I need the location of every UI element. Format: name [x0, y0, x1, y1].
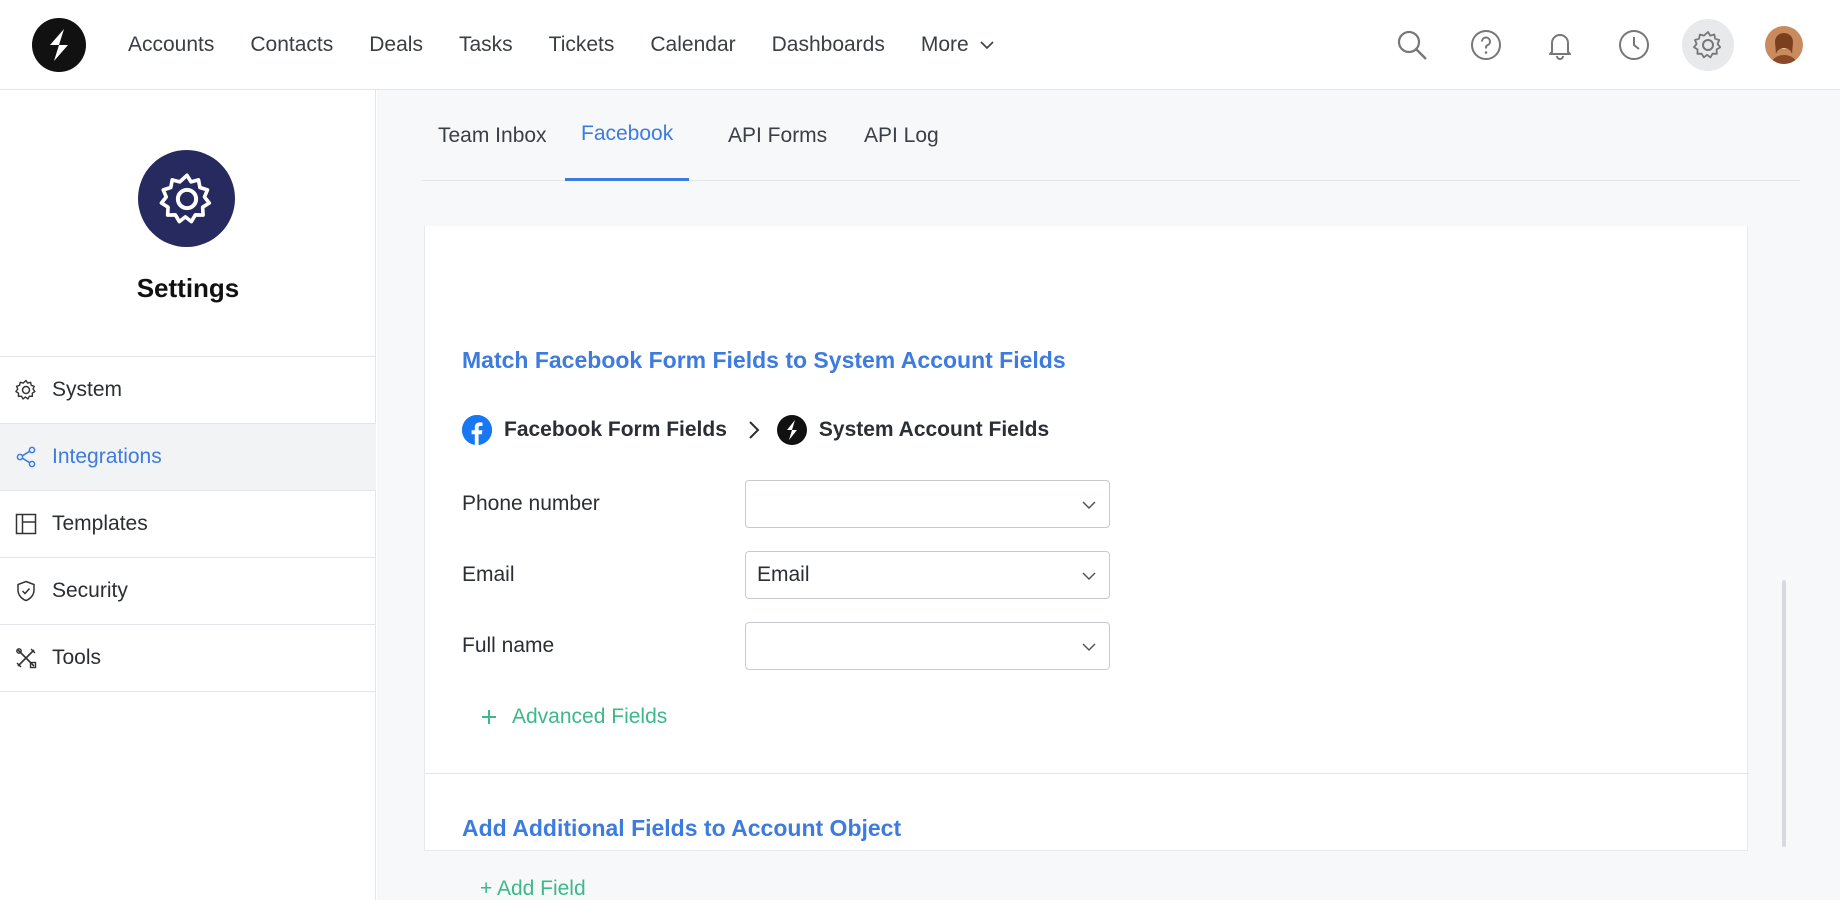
tab-api-forms[interactable]: API Forms [712, 90, 843, 181]
phone-number-select[interactable] [745, 480, 1110, 528]
tab-team-inbox[interactable]: Team Inbox [422, 90, 563, 181]
search-icon[interactable] [1386, 19, 1438, 71]
select-value: Email [757, 563, 810, 586]
field-label: Email [462, 563, 515, 586]
gear-icon [15, 379, 36, 400]
share-icon [16, 446, 36, 468]
scrollbar[interactable] [1782, 580, 1786, 847]
chevron-down-icon [1082, 572, 1096, 581]
additional-fields-title: Add Additional Fields to Account Object [462, 815, 902, 841]
section-divider [425, 773, 1749, 774]
tools-icon [16, 648, 37, 669]
nav-contacts[interactable]: Contacts [250, 33, 333, 57]
nav-dashboards[interactable]: Dashboards [772, 33, 885, 57]
advanced-fields-button[interactable]: Advanced Fields [480, 705, 667, 729]
facebook-form-fields-label: Facebook Form Fields [504, 418, 727, 441]
add-field-button[interactable]: + Add Field [480, 877, 586, 900]
top-bar: Accounts Contacts Deals Tasks Tickets Ca… [0, 0, 1840, 90]
avatar[interactable] [1765, 26, 1803, 64]
main-nav: Accounts Contacts Deals Tasks Tickets Ca… [128, 0, 1031, 90]
advanced-fields-label: Advanced Fields [512, 705, 668, 728]
facebook-mapping-card: Match Facebook Form Fields to System Acc… [424, 226, 1749, 900]
nav-accounts[interactable]: Accounts [128, 33, 214, 57]
gear-icon[interactable] [1682, 19, 1734, 71]
sidebar-menu: System Integrations Templates Security T… [0, 356, 376, 692]
nav-more-label: More [920, 33, 969, 56]
nav-tasks[interactable]: Tasks [459, 33, 513, 57]
match-fields-title: Match Facebook Form Fields to System Acc… [462, 347, 1066, 373]
sidebar-item-integrations[interactable]: Integrations [0, 424, 376, 491]
tab-facebook[interactable]: Facebook [565, 90, 690, 181]
help-icon[interactable] [1460, 19, 1512, 71]
sidebar-item-tools[interactable]: Tools [0, 625, 376, 692]
tab-api-log[interactable]: API Log [848, 90, 955, 181]
main-content: Team Inbox Facebook API Forms API Log Ma… [377, 90, 1840, 900]
facebook-icon [462, 415, 492, 445]
sidebar-item-label: Tools [52, 646, 102, 669]
app-logo-icon[interactable] [32, 18, 86, 72]
field-row-email: Email Email [462, 551, 1112, 599]
bell-icon[interactable] [1534, 19, 1586, 71]
sidebar-item-system[interactable]: System [0, 357, 376, 424]
sidebar-item-security[interactable]: Security [0, 558, 376, 625]
template-icon [15, 513, 37, 535]
sidebar-item-label: System [52, 378, 123, 401]
field-row-full-name: Full name [462, 622, 1112, 670]
nav-more[interactable]: More [921, 33, 995, 57]
nav-tickets[interactable]: Tickets [549, 33, 615, 57]
clock-icon[interactable] [1608, 19, 1660, 71]
nav-calendar[interactable]: Calendar [650, 33, 735, 57]
mapping-header: Facebook Form Fields System Account Fiel… [462, 415, 1049, 445]
email-select[interactable]: Email [745, 551, 1110, 599]
shield-icon [17, 580, 35, 602]
field-label: Full name [462, 634, 555, 657]
sidebar-item-label: Security [52, 579, 128, 602]
full-name-select[interactable] [745, 622, 1110, 670]
plus-icon [482, 710, 496, 724]
sidebar-item-label: Integrations [52, 445, 162, 468]
integration-tabs: Team Inbox Facebook API Forms API Log [422, 90, 1800, 181]
sidebar-item-templates[interactable]: Templates [0, 491, 376, 558]
field-label: Phone number [462, 492, 600, 515]
chevron-right-icon [749, 421, 760, 439]
sidebar-title: Settings [136, 273, 240, 303]
system-account-fields-label: System Account Fields [818, 418, 1050, 441]
settings-sidebar: Settings System Integrations Templates S… [0, 90, 376, 900]
settings-badge-icon [138, 150, 235, 247]
nav-deals[interactable]: Deals [369, 33, 423, 57]
system-logo-icon [776, 415, 807, 445]
chevron-down-icon [1082, 501, 1096, 510]
chevron-down-icon [980, 41, 994, 50]
chevron-down-icon [1082, 643, 1096, 652]
field-row-phone: Phone number [462, 480, 1112, 528]
sidebar-item-label: Templates [52, 512, 148, 535]
